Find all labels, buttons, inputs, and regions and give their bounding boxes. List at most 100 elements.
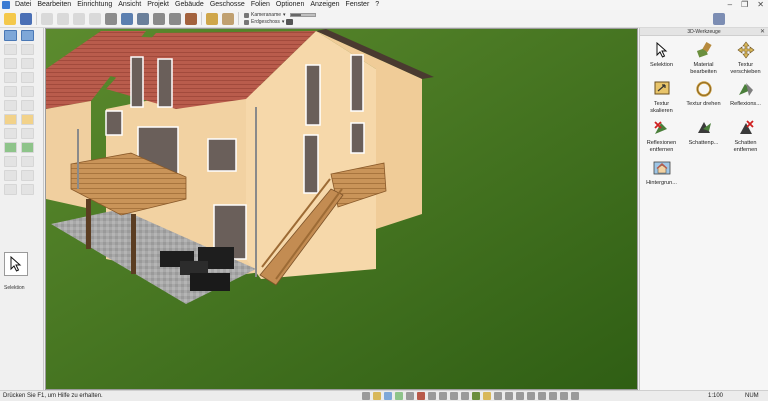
snap-toggle-icon[interactable] bbox=[373, 392, 381, 400]
wand-icon[interactable] bbox=[222, 12, 234, 25]
window bbox=[350, 54, 364, 112]
view-slider[interactable] bbox=[289, 13, 316, 17]
render-toggle-icon[interactable] bbox=[560, 392, 568, 400]
menu-datei[interactable]: Datei bbox=[12, 0, 34, 10]
shadow-icon bbox=[693, 117, 715, 139]
tool-reflexionen-entfernen[interactable]: Reflexionen entfernen bbox=[642, 117, 681, 153]
floor-combo[interactable]: Erdgeschoss ▾ bbox=[244, 19, 316, 26]
menu-gebaeude[interactable]: Gebäude bbox=[172, 0, 207, 10]
tool-textur-drehen[interactable]: Textur drehen bbox=[684, 78, 723, 114]
menu-einrichtung[interactable]: Einrichtung bbox=[74, 0, 115, 10]
hatch-toggle-icon[interactable] bbox=[516, 392, 524, 400]
camera-toggle-icon[interactable] bbox=[549, 392, 557, 400]
menu-folien[interactable]: Folien bbox=[248, 0, 273, 10]
menu-projekt[interactable]: Projekt bbox=[144, 0, 172, 10]
menu-geschosse[interactable]: Geschosse bbox=[207, 0, 248, 10]
zoom-toggle-icon[interactable] bbox=[571, 392, 579, 400]
close-button[interactable]: ✕ bbox=[757, 0, 764, 10]
room-tool-icon[interactable] bbox=[4, 86, 17, 97]
plant-toggle-icon[interactable] bbox=[472, 392, 480, 400]
roof-toggle-icon[interactable] bbox=[417, 392, 425, 400]
restore-button[interactable]: ❐ bbox=[741, 0, 748, 10]
toolbar-separator bbox=[238, 12, 239, 25]
hatch-tool-icon[interactable] bbox=[4, 184, 17, 195]
terrain-toggle-icon[interactable] bbox=[395, 392, 403, 400]
paste-icon[interactable] bbox=[73, 12, 85, 25]
tool-schattenp[interactable]: Schattenp... bbox=[684, 117, 723, 153]
tool-label: Selektion bbox=[649, 62, 673, 68]
window-controls: – ❐ ✕ bbox=[728, 0, 764, 10]
grid-toggle-icon[interactable] bbox=[362, 392, 370, 400]
light-tool-icon[interactable] bbox=[21, 114, 34, 125]
dimension-toggle-icon[interactable] bbox=[505, 392, 513, 400]
print-icon[interactable] bbox=[105, 12, 117, 25]
window-toggle-icon[interactable] bbox=[439, 392, 447, 400]
circle-tool-icon[interactable] bbox=[21, 170, 34, 181]
star-tool-icon[interactable] bbox=[206, 12, 218, 25]
menu-bearbeiten[interactable]: Bearbeiten bbox=[34, 0, 74, 10]
wall-tool-icon[interactable] bbox=[4, 44, 17, 55]
camera-combo[interactable]: Kameraname ▾ bbox=[244, 12, 316, 19]
cut-icon[interactable] bbox=[41, 12, 53, 25]
preview-icon[interactable] bbox=[121, 12, 133, 25]
layers-icon[interactable] bbox=[286, 19, 294, 25]
grid-icon[interactable] bbox=[153, 12, 165, 25]
snapshot-icon[interactable] bbox=[137, 12, 149, 25]
wall-toggle-icon[interactable] bbox=[406, 392, 414, 400]
menu-ansicht[interactable]: Ansicht bbox=[115, 0, 144, 10]
3d-viewport[interactable] bbox=[45, 28, 638, 390]
status-num: NUM bbox=[745, 393, 759, 399]
balcony-post bbox=[131, 214, 136, 274]
ceiling-tool-icon[interactable] bbox=[21, 72, 34, 83]
door-tool-icon[interactable] bbox=[4, 58, 17, 69]
chevron-down-icon: ▾ bbox=[283, 12, 286, 18]
text-toggle-icon[interactable] bbox=[494, 392, 502, 400]
layer-toggle-icon[interactable] bbox=[527, 392, 535, 400]
symbol-toggle-icon[interactable] bbox=[538, 392, 546, 400]
menu-optionen[interactable]: Optionen bbox=[273, 0, 307, 10]
save-icon[interactable] bbox=[20, 12, 32, 25]
door-toggle-icon[interactable] bbox=[450, 392, 458, 400]
multiselect-tool-icon[interactable] bbox=[21, 30, 34, 41]
tool-schatten-entfernen[interactable]: Schatten entfernen bbox=[726, 117, 765, 153]
ortho-toggle-icon[interactable] bbox=[384, 392, 392, 400]
light-toggle-icon[interactable] bbox=[483, 392, 491, 400]
furniture-toggle-icon[interactable] bbox=[461, 392, 469, 400]
panel-close-button[interactable]: ✕ bbox=[760, 28, 765, 36]
garden-tool-icon[interactable] bbox=[21, 142, 34, 153]
undo-icon[interactable] bbox=[89, 12, 101, 25]
fence-tool-icon[interactable] bbox=[21, 128, 34, 139]
tool-textur-verschieben[interactable]: Textur verschieben bbox=[726, 39, 765, 75]
arc-tool-icon[interactable] bbox=[4, 170, 17, 181]
tool-reflexions[interactable]: Reflexions... bbox=[726, 78, 765, 114]
paint-tool-icon[interactable] bbox=[4, 114, 17, 125]
symbol-tool-icon[interactable] bbox=[21, 184, 34, 195]
stairs-toggle-icon[interactable] bbox=[428, 392, 436, 400]
menu-fenster[interactable]: Fenster bbox=[343, 0, 373, 10]
window-tool-icon[interactable] bbox=[21, 44, 34, 55]
roof-tool-icon[interactable] bbox=[4, 72, 17, 83]
dimension-tool-icon[interactable] bbox=[21, 100, 34, 111]
stairs-tool-icon[interactable] bbox=[21, 58, 34, 69]
catalog-icon[interactable] bbox=[713, 13, 725, 25]
text-tool-icon[interactable] bbox=[4, 100, 17, 111]
menu-anzeigen[interactable]: Anzeigen bbox=[307, 0, 342, 10]
terrain-tool-icon[interactable] bbox=[4, 128, 17, 139]
material-icon[interactable] bbox=[185, 12, 197, 25]
tool-selektion[interactable]: Selektion bbox=[642, 39, 681, 75]
selection-tool-button[interactable] bbox=[4, 252, 28, 276]
menu-help[interactable]: ? bbox=[372, 0, 382, 10]
line-tool-icon[interactable] bbox=[4, 156, 17, 167]
tool-material-bearbeiten[interactable]: Material bearbeiten bbox=[684, 39, 723, 75]
copy-icon[interactable] bbox=[57, 12, 69, 25]
minimize-button[interactable]: – bbox=[728, 0, 732, 10]
open-folder-icon[interactable] bbox=[4, 12, 16, 25]
tool-hintergrund[interactable]: Hintergrun... bbox=[642, 157, 681, 187]
trash-icon[interactable] bbox=[169, 12, 181, 25]
plant-tool-icon[interactable] bbox=[4, 142, 17, 153]
select-tool-icon[interactable] bbox=[4, 30, 17, 41]
window bbox=[157, 58, 173, 108]
tool-textur-skalieren[interactable]: Textur skalieren bbox=[642, 78, 681, 114]
polyline-tool-icon[interactable] bbox=[21, 156, 34, 167]
column-tool-icon[interactable] bbox=[21, 86, 34, 97]
